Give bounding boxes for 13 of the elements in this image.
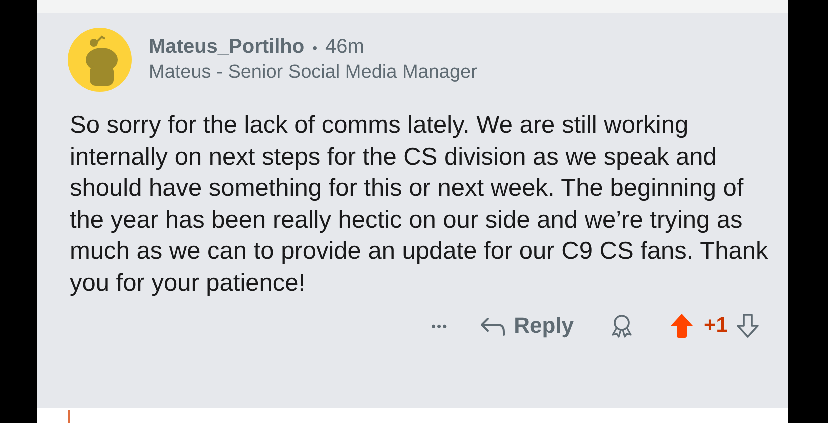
award-icon[interactable] (610, 314, 634, 338)
timestamp: 46m (325, 36, 364, 59)
reply-arrow-icon (480, 316, 506, 336)
more-options-button[interactable]: ••• (431, 318, 448, 334)
separator-dot: • (312, 40, 318, 56)
upvote-icon[interactable] (670, 313, 694, 339)
user-flair: Mateus - Senior Social Media Manager (149, 62, 478, 84)
comment-text: So sorry for the lack of comms lately. We are still working internally on next steps for the CS division as we speak and should have something for this or next week. The beginning of the year has been really hectic on our side and we’re trying as much as we can to provide an update for our C9 CS fans. Thank you for your patience! (70, 111, 770, 298)
vote-score: +1 (704, 314, 728, 338)
reply-button[interactable]: Reply (480, 313, 574, 339)
downvote-icon[interactable] (736, 313, 760, 339)
username-link[interactable]: Mateus_Portilho (149, 36, 305, 59)
avatar-icon (68, 28, 132, 92)
